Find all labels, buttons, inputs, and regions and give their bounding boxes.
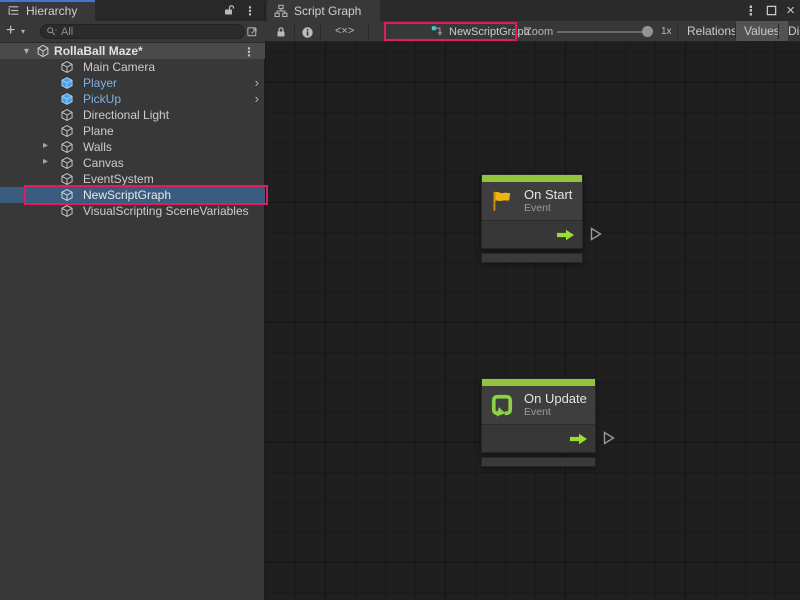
hierarchy-item-pickup[interactable]: PickUp › xyxy=(0,91,265,107)
zoom-label: Zoom xyxy=(525,26,553,38)
gameobject-cube-icon xyxy=(60,124,74,138)
prefab-expand-icon[interactable]: › xyxy=(255,91,259,107)
hierarchy-icon xyxy=(7,4,20,17)
hierarchy-toolbar: + ▾ xyxy=(0,21,265,43)
tab-hierarchy-label: Hierarchy xyxy=(26,4,77,18)
add-gameobject-button[interactable]: + xyxy=(6,21,15,41)
node-on-update[interactable]: On Update Event xyxy=(481,378,596,467)
hierarchy-item-newscriptgraph[interactable]: NewScriptGraph xyxy=(0,187,265,203)
add-dropdown-caret[interactable]: ▾ xyxy=(21,27,25,36)
scene-menu-icon[interactable]: ⋮ xyxy=(243,45,255,59)
scene-row[interactable]: ▾ RollaBall Maze* ⋮ xyxy=(0,43,265,59)
expand-icon[interactable]: ▸ xyxy=(43,156,48,167)
zoom-slider-handle[interactable] xyxy=(642,26,653,37)
unlock-icon[interactable] xyxy=(222,3,236,17)
close-icon[interactable]: × xyxy=(786,2,795,19)
unity-logo-icon xyxy=(36,44,50,58)
unity-editor: Hierarchy ⋮ + ▾ xyxy=(0,0,800,600)
loop-icon xyxy=(489,392,515,418)
maximize-icon[interactable] xyxy=(766,5,777,16)
lock-icon[interactable] xyxy=(274,25,288,39)
prefab-expand-icon[interactable]: › xyxy=(255,75,259,91)
gameobject-cube-icon xyxy=(60,156,74,170)
hierarchy-item-walls[interactable]: ▸ Walls xyxy=(0,139,265,155)
control-output-arrow-icon[interactable] xyxy=(569,433,588,445)
hierarchy-item-scenevariables[interactable]: VisualScripting SceneVariables xyxy=(0,203,265,219)
node-subtitle: Event xyxy=(524,202,572,215)
hierarchy-tree: ▾ RollaBall Maze* ⋮ Main Camera Player › xyxy=(0,43,265,600)
gameobject-cube-icon xyxy=(60,108,74,122)
flag-icon xyxy=(489,188,515,214)
gameobject-cube-icon xyxy=(60,172,74,186)
hierarchy-item-canvas[interactable]: ▸ Canvas xyxy=(0,155,265,171)
node-subtitle: Event xyxy=(524,406,587,419)
variables-button[interactable]: <×> xyxy=(335,25,354,37)
node-title: On Start xyxy=(524,187,572,202)
info-icon[interactable] xyxy=(300,25,314,39)
hierarchy-panel: Hierarchy ⋮ + ▾ xyxy=(0,0,265,600)
hierarchy-tabbar: Hierarchy ⋮ xyxy=(0,0,264,21)
gameobject-cube-icon xyxy=(60,140,74,154)
prefab-cube-icon xyxy=(60,76,74,90)
gameobject-cube-icon xyxy=(60,188,74,202)
gameobject-cube-icon xyxy=(60,204,74,218)
search-icon xyxy=(46,26,57,37)
picker-icon[interactable] xyxy=(245,24,260,39)
output-port-triangle[interactable] xyxy=(602,430,616,446)
script-graph-panel: Script Graph ⋮ × xyxy=(265,0,800,600)
control-output-arrow-icon[interactable] xyxy=(556,229,575,241)
hierarchy-item-directional-light[interactable]: Directional Light xyxy=(0,107,265,123)
hierarchy-item-player[interactable]: Player › xyxy=(0,75,265,91)
hierarchy-item-eventsystem[interactable]: EventSystem xyxy=(0,171,265,187)
search-input[interactable] xyxy=(61,26,221,38)
node-color-bar xyxy=(482,379,595,386)
node-footer xyxy=(481,253,583,263)
expand-icon[interactable]: ▸ xyxy=(43,140,48,151)
node-footer xyxy=(481,457,596,467)
zoom-slider-track[interactable] xyxy=(557,31,652,33)
graph-name-label: NewScriptGraph xyxy=(449,26,530,38)
graph-toolbar: <×> NewScriptGraph Zoom 1x Relations Val… xyxy=(265,21,800,42)
window-menu-icon[interactable]: ⋮ xyxy=(744,3,757,19)
node-title: On Update xyxy=(524,391,587,406)
graph-name-button[interactable]: NewScriptGraph xyxy=(425,22,536,41)
hierarchy-item-plane[interactable]: Plane xyxy=(0,123,265,139)
prefab-cube-icon xyxy=(60,92,74,106)
node-color-bar xyxy=(482,175,582,182)
output-port-triangle[interactable] xyxy=(589,226,603,242)
focus-indicator xyxy=(0,0,95,2)
tab-hierarchy[interactable]: Hierarchy xyxy=(0,0,95,21)
hierarchy-item-main-camera[interactable]: Main Camera xyxy=(0,59,265,75)
tab-script-graph[interactable]: Script Graph xyxy=(267,0,380,21)
gameobject-cube-icon xyxy=(60,60,74,74)
graph-tabbar: Script Graph ⋮ × xyxy=(265,0,800,21)
node-on-start[interactable]: On Start Event xyxy=(481,174,583,263)
dim-button[interactable]: Dim xyxy=(780,21,800,41)
scene-name: RollaBall Maze* xyxy=(54,44,143,58)
tab-script-graph-label: Script Graph xyxy=(294,4,361,18)
scene-foldout-icon[interactable]: ▾ xyxy=(24,46,29,57)
script-graph-icon xyxy=(274,4,288,18)
graph-asset-icon xyxy=(431,25,444,38)
zoom-value: 1x xyxy=(661,26,672,37)
hierarchy-search[interactable] xyxy=(40,24,245,39)
hierarchy-menu-icon[interactable]: ⋮ xyxy=(244,4,256,18)
graph-canvas[interactable]: On Start Event xyxy=(265,42,800,600)
